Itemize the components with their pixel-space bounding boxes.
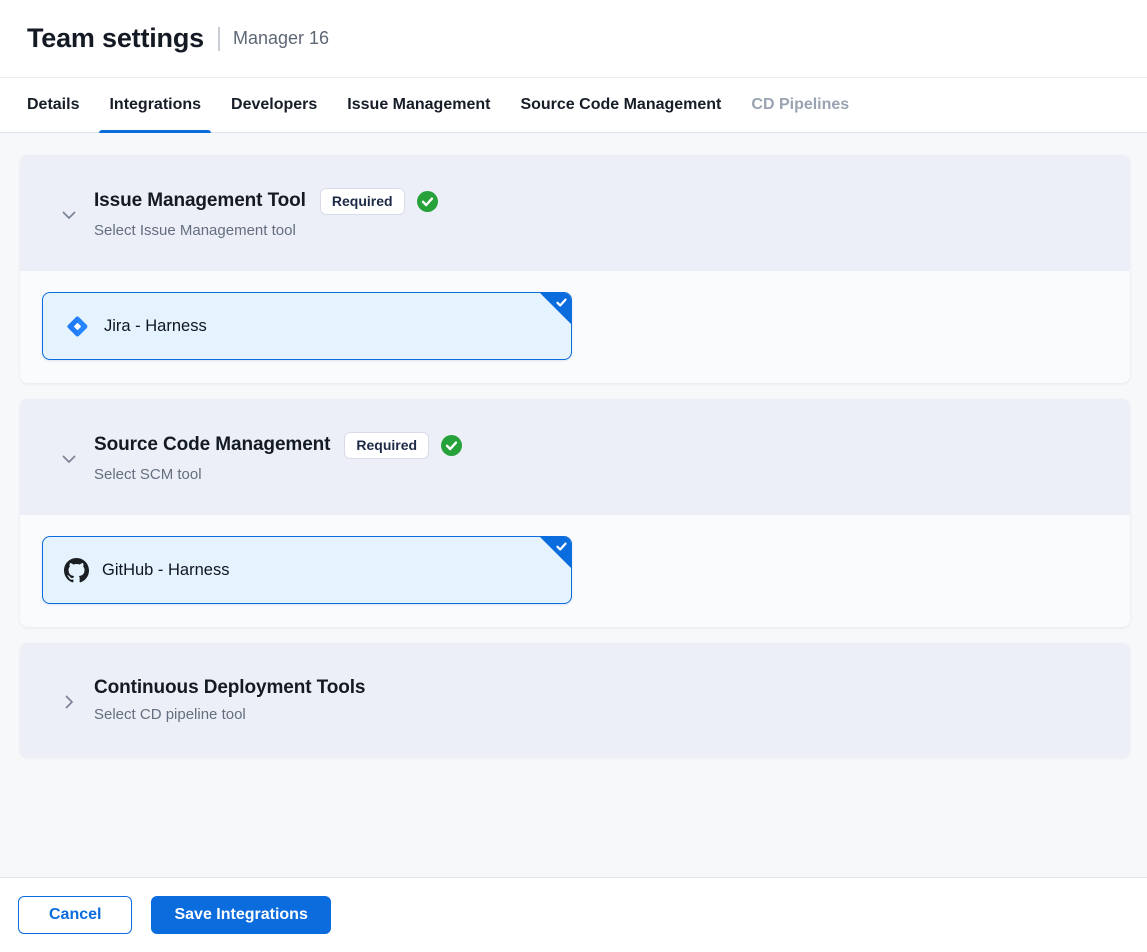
- option-label: Jira - Harness: [104, 317, 207, 336]
- option-card-jira-harness[interactable]: Jira - Harness: [42, 292, 572, 360]
- cancel-button[interactable]: Cancel: [18, 896, 132, 934]
- selected-check-icon: [540, 537, 571, 568]
- section-continuous-deployment-tools: Continuous Deployment Tools Select CD pi…: [20, 643, 1130, 757]
- section-title: Issue Management Tool: [94, 190, 306, 212]
- required-badge: Required: [344, 432, 429, 459]
- save-integrations-button[interactable]: Save Integrations: [151, 896, 330, 934]
- section-cd-header[interactable]: Continuous Deployment Tools Select CD pi…: [20, 643, 1130, 757]
- required-badge: Required: [320, 188, 405, 215]
- section-subtitle: Select CD pipeline tool: [94, 706, 365, 723]
- page-subtitle: Manager 16: [233, 28, 329, 49]
- jira-icon: [64, 313, 91, 340]
- chevron-down-icon: [60, 206, 78, 224]
- section-issue-management-tool: Issue Management Tool Required Select Is…: [20, 155, 1130, 383]
- tab-cd-pipelines: CD Pipelines: [741, 78, 859, 132]
- check-circle-icon: [417, 191, 438, 212]
- tab-integrations[interactable]: Integrations: [99, 78, 211, 132]
- option-label: GitHub - Harness: [102, 561, 229, 580]
- tab-developers[interactable]: Developers: [221, 78, 327, 132]
- section-subtitle: Select SCM tool: [94, 466, 462, 483]
- tab-issue-management[interactable]: Issue Management: [337, 78, 500, 132]
- section-title: Continuous Deployment Tools: [94, 677, 365, 699]
- github-icon: [64, 558, 89, 583]
- action-footer: Cancel Save Integrations: [0, 877, 1147, 952]
- selected-check-icon: [540, 293, 571, 324]
- section-source-code-management: Source Code Management Required Select S…: [20, 399, 1130, 627]
- section-scm-header[interactable]: Source Code Management Required Select S…: [20, 399, 1130, 515]
- chevron-down-icon: [60, 450, 78, 468]
- section-subtitle: Select Issue Management tool: [94, 222, 438, 239]
- section-issue-management-header[interactable]: Issue Management Tool Required Select Is…: [20, 155, 1130, 271]
- section-scm-body: GitHub - Harness: [20, 515, 1130, 627]
- page-header: Team settings Manager 16: [0, 0, 1147, 78]
- section-issue-management-body: Jira - Harness: [20, 271, 1130, 383]
- tab-bar: Details Integrations Developers Issue Ma…: [0, 78, 1147, 133]
- integrations-panel: Issue Management Tool Required Select Is…: [0, 133, 1147, 877]
- tab-source-code-management[interactable]: Source Code Management: [510, 78, 731, 132]
- tab-details[interactable]: Details: [17, 78, 89, 132]
- check-circle-icon: [441, 435, 462, 456]
- page-title: Team settings: [27, 23, 204, 54]
- section-title: Source Code Management: [94, 434, 330, 456]
- chevron-right-icon: [60, 693, 78, 711]
- title-divider: [218, 27, 220, 51]
- option-card-github-harness[interactable]: GitHub - Harness: [42, 536, 572, 604]
